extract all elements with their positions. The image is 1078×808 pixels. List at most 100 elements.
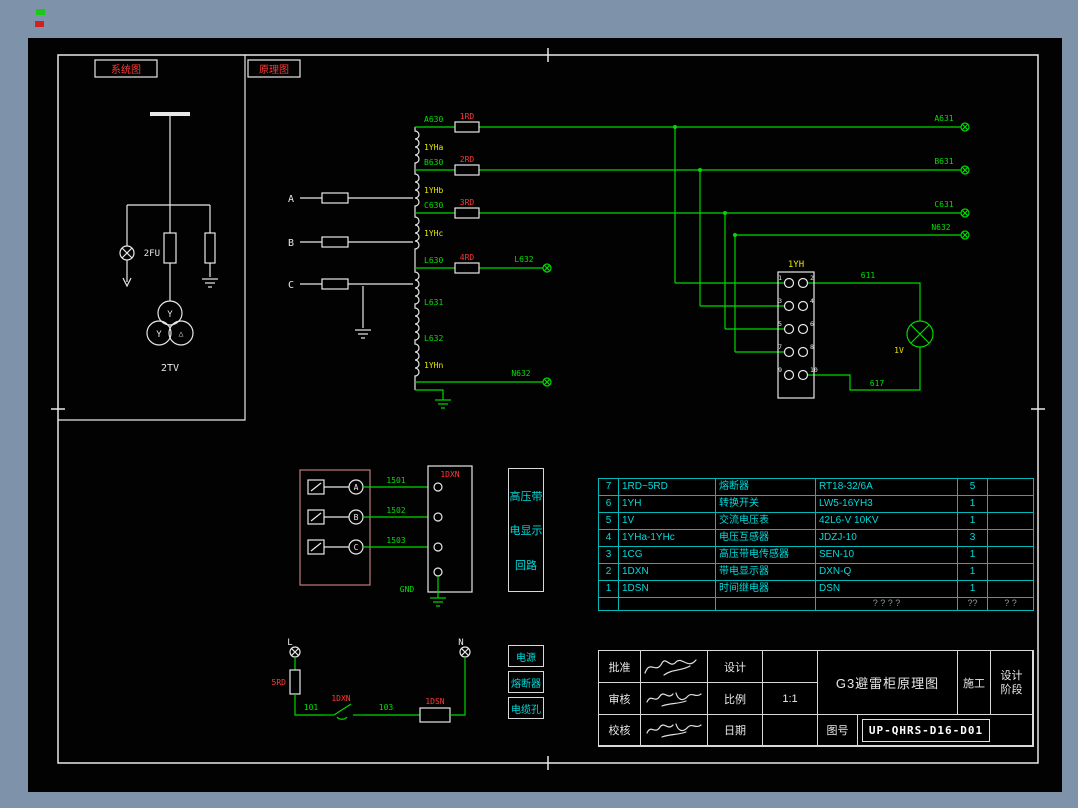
delta-symbol: △ xyxy=(179,329,184,338)
wye-symbol: Y xyxy=(156,330,162,340)
pt-cell: 1 xyxy=(958,496,988,513)
winding-1yha: 1YHa xyxy=(424,143,443,152)
pt-cell: JDZJ-10 xyxy=(816,530,958,547)
fuse-4rd-label: 4RD xyxy=(460,253,475,262)
node-l631: L631 xyxy=(424,298,443,307)
pt-cell: 1DSN xyxy=(619,581,716,598)
svg-text:9: 9 xyxy=(778,366,782,374)
pt-footer-cell: ? ? xyxy=(1004,598,1017,608)
svg-text:4: 4 xyxy=(810,297,814,305)
node-b631: B631 xyxy=(934,157,953,166)
pt-footer-cell xyxy=(619,598,716,610)
caption-line: 高压带 xyxy=(509,490,543,503)
design-label: 设计 xyxy=(708,651,763,683)
legend-cable-box: 电缆孔 xyxy=(508,697,544,719)
node-101: 101 xyxy=(304,703,319,712)
pt-cell: DSN xyxy=(816,581,958,598)
pt-cell: SEN-10 xyxy=(816,547,958,564)
wire-1501-label: 1501 xyxy=(386,476,405,485)
svg-text:N632: N632 xyxy=(511,369,530,378)
signature-review xyxy=(646,691,702,707)
pt-footer-cell xyxy=(716,598,816,610)
pt-cell: 熔断器 xyxy=(716,479,816,496)
pt-cell: 交流电压表 xyxy=(716,513,816,530)
parts-table: 7 1RD~5RD 熔断器 RT18-32/6A 5 6 1YH 转换开关 LW… xyxy=(598,478,1034,611)
wire-1502-label: 1502 xyxy=(386,506,405,515)
pt-cell: 1CG xyxy=(619,547,716,564)
pt-cell xyxy=(988,581,1033,598)
l-terminal: L xyxy=(287,638,301,658)
svg-text:2: 2 xyxy=(810,274,814,282)
drawing-number-cell: 图号 UP-QHRS-D16-D01 xyxy=(818,715,1033,746)
system-view-divider xyxy=(58,55,246,421)
wire-617-label: 617 xyxy=(870,379,885,388)
caption-line: 回路 xyxy=(515,559,537,572)
fuse-1rd-label: 1RD xyxy=(460,112,475,121)
check-label: 校核 xyxy=(599,715,641,746)
node-103: 103 xyxy=(379,703,394,712)
transformer-2tv-label: 2TV xyxy=(161,363,179,374)
pt-winding-column xyxy=(414,127,420,390)
relay-1dsn-symbol xyxy=(419,707,451,723)
svg-text:5: 5 xyxy=(778,320,782,328)
svg-text:A: A xyxy=(354,483,359,492)
review-label: 审核 xyxy=(599,683,641,715)
svg-text:3: 3 xyxy=(778,297,782,305)
drawing-number-label: 图号 xyxy=(818,715,858,745)
pt-cell: DXN-Q xyxy=(816,564,958,581)
gnd-label: GND xyxy=(400,585,415,594)
pt-cell xyxy=(988,496,1033,513)
pt-cell xyxy=(988,479,1033,496)
switch-1dxn-contact xyxy=(325,703,363,720)
stage-value: 施工 xyxy=(958,651,991,715)
preview-artifact-marks xyxy=(35,9,45,27)
winding-1yhc: 1YHc xyxy=(424,229,443,238)
switch-1dxn-label: 1DXN xyxy=(331,694,350,703)
pt-footer-cell: ? ? ? ? xyxy=(816,598,958,610)
title-block: 批准 设计 G3避雷柜原理图 施工 设计 阶段 审核 比例 1:1 校核 日期 xyxy=(598,650,1034,747)
check-signature xyxy=(641,715,708,746)
wire-1503-label: 1503 xyxy=(386,536,405,545)
svg-text:8: 8 xyxy=(810,343,814,351)
date-label: 日期 xyxy=(708,715,763,746)
node-c630: C630 xyxy=(424,201,443,210)
pt-cell: RT18-32/6A xyxy=(816,479,958,496)
system-view-label: 系统图 xyxy=(111,63,141,76)
pt-cell xyxy=(988,530,1033,547)
pt-schematic: A B C 1RD 2RD 3RD 4RD A630 1YHa B630 1YH… xyxy=(288,112,970,409)
pt-cell: LW5-16YH3 xyxy=(816,496,958,513)
legend-fuse-box: 熔断器 xyxy=(508,671,544,693)
pt-cell: 1 xyxy=(958,564,988,581)
fuse-2rd-label: 2RD xyxy=(460,155,475,164)
pt-cell: 3 xyxy=(599,547,619,564)
fuse-2fu-label: 2FU xyxy=(144,249,160,259)
pt-cell: 4 xyxy=(599,530,619,547)
view-labels: 系统图 原理图 xyxy=(94,59,301,78)
pt-cell: 5 xyxy=(599,513,619,530)
approve-label: 批准 xyxy=(599,651,641,683)
pt-cell: 高压带电传感器 xyxy=(716,547,816,564)
node-c631: C631 xyxy=(934,200,953,209)
svg-text:N: N xyxy=(458,638,463,648)
svg-text:L: L xyxy=(287,638,292,648)
relay-1dsn-label: 1DSN xyxy=(425,697,444,706)
terminal-block-1yh: 1YH 1 2 3 4 5 6 7 8 9 10 xyxy=(777,260,818,399)
pt-cell: 1YH xyxy=(619,496,716,513)
voltmeter-1v: 1V xyxy=(894,320,934,355)
node-a630: A630 xyxy=(424,115,443,124)
pt-cell: 1 xyxy=(599,581,619,598)
phase-b-label: B xyxy=(288,238,294,249)
pt-cell: 时间继电器 xyxy=(716,581,816,598)
scale-value: 1:1 xyxy=(763,683,818,715)
node-l630: L630 xyxy=(424,256,443,265)
pt-cell: 7 xyxy=(599,479,619,496)
primary-lines xyxy=(300,192,413,339)
svg-text:B: B xyxy=(354,513,359,522)
pt-cell: 3 xyxy=(958,530,988,547)
n-terminal: N xyxy=(458,638,471,658)
voltmeter-label: 1V xyxy=(894,346,904,355)
display-unit-label: 1DXN xyxy=(440,470,459,479)
node-n632-right: N632 xyxy=(931,223,950,232)
wye-symbol: Y xyxy=(167,310,173,320)
stage-label: 设计 阶段 xyxy=(991,651,1033,715)
